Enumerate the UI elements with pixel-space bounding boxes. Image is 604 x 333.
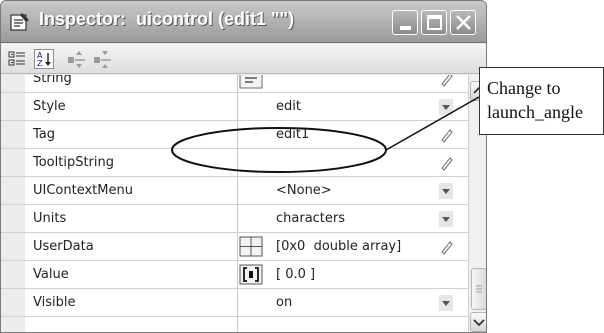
property-value[interactable]: <None> (276, 177, 332, 204)
dropdown-arrow-icon[interactable] (439, 211, 453, 227)
text-editor-icon[interactable] (239, 75, 263, 89)
property-name: UserData (33, 239, 94, 254)
inspector-window: Inspector: uicontrol (edit1 "") A Z Stri… (0, 0, 487, 333)
minimize-icon (400, 26, 411, 30)
property-row-value[interactable]: Value [ 0.0 ] (1, 261, 468, 289)
pencil-icon[interactable] (439, 155, 453, 171)
property-value: [ 0.0 ] (276, 267, 316, 282)
categorize-icon[interactable] (7, 49, 27, 69)
property-value[interactable]: edit (276, 93, 301, 120)
property-name: Style (33, 99, 66, 114)
svg-text:Z: Z (37, 59, 43, 68)
property-name: Units (33, 211, 67, 226)
property-row-units[interactable]: Units characters (1, 205, 468, 233)
property-name: UIContextMenu (33, 183, 133, 198)
scroll-thumb[interactable] (471, 268, 486, 310)
array-editor-icon[interactable] (239, 236, 263, 257)
grip-icon (476, 285, 482, 293)
property-name: TooltipString (33, 155, 115, 170)
sort-alphabetical-button[interactable]: A Z (34, 49, 54, 69)
tag-value-field[interactable]: edit1 (276, 121, 309, 148)
property-row-string[interactable]: String (1, 75, 468, 93)
dropdown-arrow-icon[interactable] (439, 99, 453, 115)
property-name: String (33, 75, 72, 86)
property-row-style[interactable]: Style edit (1, 93, 468, 121)
pencil-icon[interactable] (439, 127, 453, 143)
pencil-icon[interactable] (439, 75, 453, 87)
pencil-icon[interactable] (439, 239, 453, 255)
property-name: Visible (33, 295, 76, 310)
value-editor-icon[interactable] (239, 264, 263, 285)
maximize-icon (427, 15, 442, 30)
property-value[interactable]: characters (276, 205, 345, 232)
property-row-tooltipstring[interactable]: TooltipString (1, 149, 468, 177)
property-row-tag[interactable]: Tag edit1 (1, 121, 468, 149)
property-name: Value (33, 267, 69, 282)
property-row-partial (1, 317, 468, 332)
minimize-button[interactable] (392, 10, 418, 35)
toolbar: A Z (1, 44, 486, 74)
dropdown-arrow-icon[interactable] (439, 183, 453, 199)
sort-alphabetical-icon: A Z (37, 51, 51, 68)
maximize-button[interactable] (421, 10, 447, 35)
inspector-window-icon (10, 13, 29, 31)
property-row-uicontextmenu[interactable]: UIContextMenu <None> (1, 177, 468, 205)
scroll-down-button[interactable] (470, 312, 486, 332)
callout-text-line-2: launch_angle (487, 102, 583, 122)
dropdown-arrow-icon[interactable] (439, 295, 453, 311)
callout-text-line-1: Change to (487, 78, 561, 98)
property-value[interactable]: on (276, 289, 292, 316)
callout-box: Change to launch_angle (479, 67, 604, 135)
scroll-down-icon (473, 319, 485, 327)
close-icon (456, 15, 471, 30)
property-grid: String Style edit Tag edit1 TooltipStrin… (1, 75, 468, 332)
property-name: Tag (33, 127, 56, 142)
title-bar[interactable]: Inspector: uicontrol (edit1 "") (1, 1, 486, 43)
property-value: [0x0 double array] (276, 239, 402, 254)
property-row-userdata[interactable]: UserData [0x0 double array] (1, 233, 468, 261)
window-title: Inspector: uicontrol (edit1 "") (39, 9, 295, 29)
close-button[interactable] (450, 10, 476, 35)
collapse-all-icon[interactable] (93, 49, 113, 69)
expand-all-icon[interactable] (67, 49, 87, 69)
property-row-visible[interactable]: Visible on (1, 289, 468, 317)
